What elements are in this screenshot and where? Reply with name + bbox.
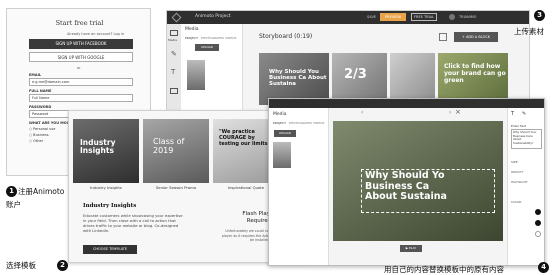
slide-1-text: Why Should You Business Ca About Sustain… [269, 69, 327, 87]
step-3-badge: 3 [534, 10, 545, 21]
icon-sidebar: Media ✎ T [167, 24, 181, 115]
style-icon[interactable] [170, 88, 178, 94]
password-label: PASSWORD [29, 105, 52, 109]
opacity-label: OPACITY [511, 170, 524, 174]
radio-option-other[interactable]: ○ Other [29, 139, 43, 143]
step-1-caption-line1: 注册Animoto [18, 187, 65, 196]
template-thumb-class[interactable]: Class of 2019 [143, 119, 209, 183]
template-heading: Industry Insights [83, 203, 137, 209]
step-2-caption: 选择模板 [6, 261, 36, 270]
pen-icon[interactable]: ✎ [522, 111, 526, 117]
top-bar: Animoto Project SAVE PREVIEW FREE TRIAL … [167, 11, 529, 24]
preview-button[interactable]: PREVIEW [380, 13, 406, 21]
enter-text-label: Enter Text [511, 124, 527, 128]
design-icon[interactable]: ✎ [171, 50, 177, 58]
editor-tab-project[interactable]: PROJECT [273, 121, 286, 125]
email-label: EMAIL [29, 73, 42, 77]
sidebar-item-media[interactable]: Media [168, 38, 177, 42]
media-header: Media [185, 27, 199, 32]
thumb-3-title: "We practice COURAGE by testing our limit… [219, 129, 273, 147]
slide-text[interactable]: Why Should Yo Business Ca About Sustaina [365, 170, 447, 203]
editor-tab-videos[interactable]: VIDEOS [313, 121, 324, 125]
template-description: Educate customers while showcasing your … [83, 213, 183, 233]
free-trial-button[interactable]: FREE TRIAL [411, 13, 437, 21]
radio-option-personal[interactable]: ○ Personal use [29, 127, 55, 131]
template-thumb-industry[interactable]: Industry Insights [73, 119, 139, 183]
media-icon[interactable] [170, 30, 178, 36]
slide-4-text: Click to find how your brand can go gree… [444, 63, 506, 84]
radio-option-business[interactable]: ○ Business [29, 133, 49, 137]
text-icon[interactable]: T [171, 68, 175, 76]
user-name[interactable]: TRIANIMO [459, 15, 476, 19]
text-input[interactable]: Why Should Your Business Care About Sust… [511, 129, 542, 149]
editor-media-column: Media PROJECT PHOTOGRAPHS VIDEOS UPLOAD [269, 108, 329, 265]
or-divider: or [77, 66, 81, 70]
thumb-1-caption[interactable]: Industry Insights [73, 185, 139, 190]
already-have-account-link[interactable]: Already have an account? Log in [67, 32, 124, 36]
save-link[interactable]: SAVE [367, 15, 376, 19]
avatar[interactable] [449, 14, 455, 20]
step-2-badge: 2 [57, 260, 68, 271]
chevron-right-icon[interactable]: › [449, 109, 451, 116]
project-title[interactable]: Animoto Project [195, 14, 231, 19]
fullname-field[interactable]: Full Name [29, 94, 133, 102]
add-block-button[interactable]: + ADD A BLOCK [454, 32, 498, 42]
step-1-caption-line2: 账户 [6, 200, 21, 209]
editor-top-bar [269, 99, 544, 108]
google-signup-button[interactable]: SIGN UP WITH GOOGLE [29, 52, 133, 62]
editor-tab-photographs[interactable]: PHOTOGRAPHS [289, 121, 312, 125]
tab-videos[interactable]: VIDEOS [225, 36, 236, 40]
editor-media-header: Media [273, 112, 287, 117]
thumb-2-title: Class of 2019 [153, 137, 185, 155]
step-4-caption: 用自己的内容替换模板中的原有内容 [384, 265, 504, 274]
slide-2-text: 2/3 [344, 67, 367, 82]
tab-project[interactable]: PROJECT [185, 36, 198, 40]
media-thumbnail[interactable] [187, 60, 205, 90]
step-3-caption: 上传素材 [514, 27, 544, 36]
editor-panel: Media PROJECT PHOTOGRAPHS VIDEOS UPLOAD … [268, 98, 545, 266]
color-swatch-black[interactable] [535, 209, 541, 215]
color-label: COLOR [511, 200, 522, 204]
upload-button[interactable]: UPLOAD [195, 44, 219, 51]
play-button[interactable]: ▶ PLAY [400, 245, 422, 252]
properties-panel: T ✎ Enter Text Why Should Your Business … [507, 108, 544, 265]
editor-media-thumbnail[interactable] [273, 142, 291, 168]
color-swatch-dark[interactable] [535, 220, 541, 226]
facebook-signup-button[interactable]: SIGN UP WITH FACEBOOK [29, 39, 133, 49]
animoto-logo-icon [171, 12, 182, 23]
text-tool-icon[interactable]: T [511, 111, 514, 117]
close-icon[interactable]: × [455, 108, 461, 116]
size-label: SIZE [511, 160, 518, 164]
editor-upload-button[interactable]: UPLOAD [274, 130, 296, 137]
grid-view-icon[interactable] [439, 33, 447, 41]
color-swatch-white[interactable] [535, 231, 541, 237]
media-column: Media PROJECT PHOTOGRAPHS VIDEOS UPLOAD [181, 24, 243, 115]
editor-slide-canvas[interactable]: Why Should Yo Business Ca About Sustaina [333, 121, 503, 241]
thumb-2-caption[interactable]: Senior Season Promo [143, 185, 209, 190]
thumb-1-title: Industry Insights [80, 138, 116, 155]
chevron-left-icon[interactable]: ‹ [361, 109, 363, 116]
choose-template-button[interactable]: CHOOSE TEMPLATE [83, 245, 137, 254]
highlight-label: HIGHLIGHT [511, 180, 528, 184]
signup-title: Start free trial [55, 19, 104, 27]
fullname-label: FULL NAME [29, 89, 52, 93]
email-field[interactable]: e.g.me@domain.com [29, 78, 133, 86]
step-4-badge: 4 [538, 262, 549, 273]
tab-photographs[interactable]: PHOTOGRAPHS [201, 36, 224, 40]
storyboard-title: Storyboard (0:19) [259, 33, 313, 40]
step-1-badge: 1 [6, 186, 17, 197]
